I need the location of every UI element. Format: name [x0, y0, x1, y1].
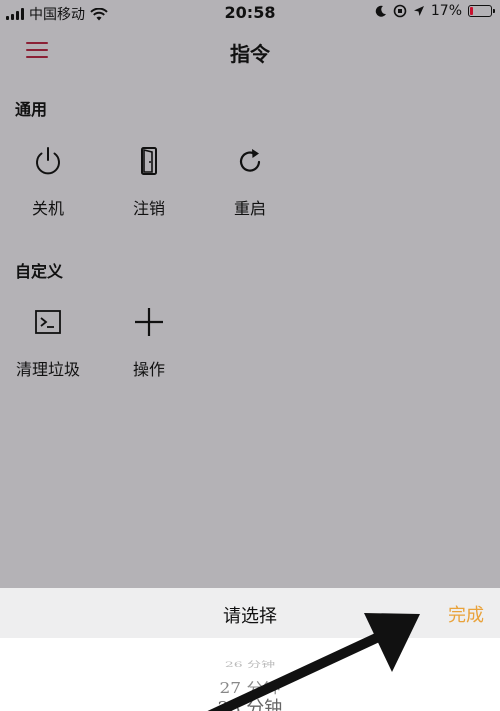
terminal-icon	[35, 310, 61, 334]
command-shutdown[interactable]: 关机	[0, 145, 98, 235]
dimmed-screen: 中国移动 20:58 17% 指令 通用 关机 注销 重启 自定义 清理垃圾 操…	[0, 0, 500, 588]
command-add-action[interactable]: 操作	[99, 306, 199, 396]
picker-option[interactable]: 28 分钟	[0, 694, 500, 711]
picker-title: 请选择	[223, 606, 277, 627]
status-bar: 中国移动 20:58 17%	[0, 0, 500, 26]
picker-toolbar: 请选择 完成	[0, 588, 500, 638]
battery-icon	[468, 5, 495, 17]
power-icon	[36, 147, 60, 175]
command-label: 注销	[132, 199, 165, 218]
general-commands: 关机 注销 重启	[0, 145, 500, 235]
section-title-custom: 自定义	[15, 262, 64, 281]
door-icon	[141, 147, 157, 175]
done-button[interactable]: 完成	[448, 601, 484, 627]
command-label: 清理垃圾	[15, 360, 80, 379]
command-label: 关机	[31, 199, 64, 218]
command-label: 操作	[132, 360, 165, 379]
command-clean-junk[interactable]: 清理垃圾	[0, 306, 98, 396]
picker-option[interactable]: 26 分钟	[0, 659, 500, 670]
restart-icon	[239, 149, 261, 172]
plus-icon	[135, 308, 163, 336]
location-icon	[413, 6, 424, 16]
moon-icon	[375, 5, 386, 17]
page-title: 指令	[230, 42, 270, 66]
custom-commands: 清理垃圾 操作	[0, 306, 500, 396]
battery-percent: 17%	[430, 3, 462, 19]
command-label: 重启	[233, 199, 266, 218]
command-restart[interactable]: 重启	[200, 145, 300, 235]
command-logout[interactable]: 注销	[99, 145, 199, 235]
section-title-general: 通用	[15, 100, 48, 119]
minute-picker[interactable]: 26 分钟 27 分钟 28 分钟	[0, 638, 500, 711]
nav-bar: 指令	[0, 28, 500, 72]
orientation-lock-icon	[393, 4, 407, 18]
